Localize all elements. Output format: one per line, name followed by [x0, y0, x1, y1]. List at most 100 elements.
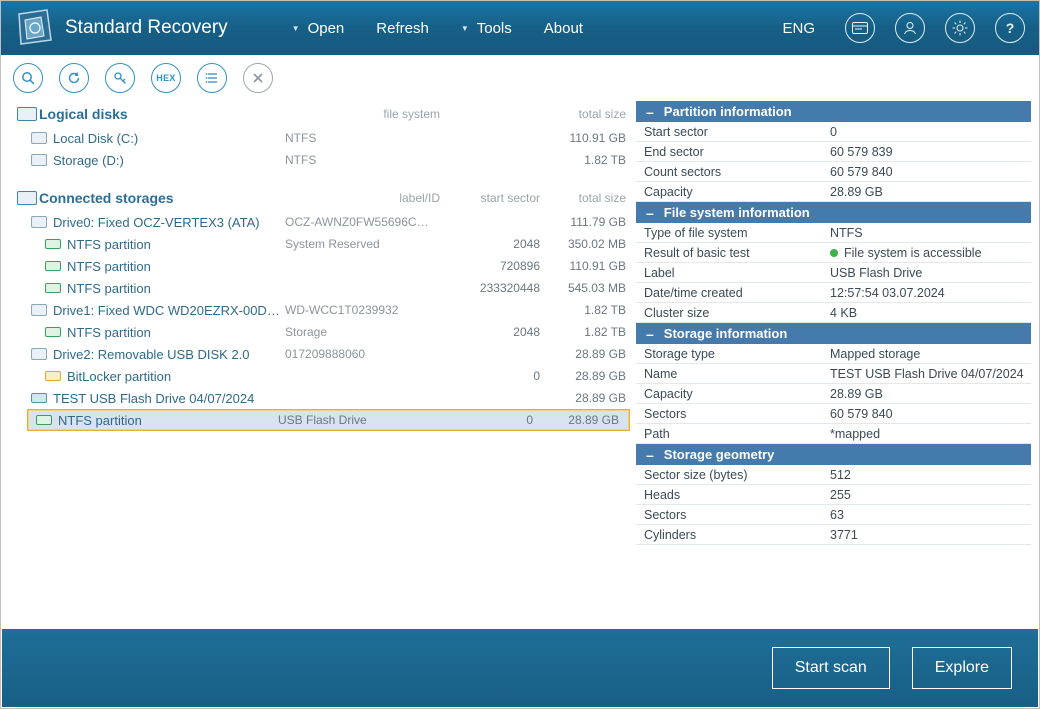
status-ok-icon: [830, 249, 838, 257]
title-bar: Standard Recovery ▼ Open Refresh ▼ Tools…: [1, 1, 1039, 55]
row-col-c: 28.89 GB: [540, 391, 636, 405]
info-row: Type of file systemNTFS: [636, 223, 1031, 243]
menu-about[interactable]: About: [528, 14, 599, 43]
menu-about-label: About: [544, 20, 583, 37]
row-col-c: 1.82 TB: [540, 303, 636, 317]
menu-open[interactable]: ▼ Open: [276, 14, 361, 43]
info-value: NTFS: [822, 226, 1031, 240]
info-key: Label: [636, 266, 822, 280]
info-key: Sectors: [636, 508, 822, 522]
menu-tools[interactable]: ▼ Tools: [445, 14, 528, 43]
info-key: End sector: [636, 145, 822, 159]
row-col-c: 110.91 GB: [540, 131, 636, 145]
language-selector[interactable]: ENG: [782, 20, 815, 37]
row-col-b: 2048: [440, 237, 540, 251]
menu-refresh-label: Refresh: [376, 20, 429, 37]
help-button[interactable]: ?: [995, 13, 1025, 43]
info-value: *mapped: [822, 427, 1031, 441]
tree-row[interactable]: Local Disk (C:)NTFS110.91 GB: [11, 127, 636, 149]
account-button[interactable]: [895, 13, 925, 43]
info-row: Sectors60 579 840: [636, 404, 1031, 424]
row-col-c: 1.82 TB: [540, 325, 636, 339]
info-value: 255: [822, 488, 1031, 502]
tree-row[interactable]: NTFS partition233320448545.03 MB: [11, 277, 636, 299]
info-value: 3771: [822, 528, 1031, 542]
tool-scan[interactable]: [13, 63, 43, 93]
info-row: NameTEST USB Flash Drive 04/07/2024: [636, 364, 1031, 384]
info-value: 60 579 840: [822, 407, 1031, 421]
part-ic-icon: [45, 261, 61, 271]
license-button[interactable]: [845, 13, 875, 43]
info-value: 512: [822, 468, 1031, 482]
part-ic-yellow-icon: [45, 371, 61, 381]
tree-row[interactable]: Drive2: Removable USB DISK 2.00172098880…: [11, 343, 636, 365]
disk-ic-icon: [31, 154, 47, 166]
info-row: Sector size (bytes)512: [636, 465, 1031, 485]
row-icon: [31, 154, 53, 166]
tool-close[interactable]: [243, 63, 273, 93]
info-key: Cluster size: [636, 306, 822, 320]
info-key: Path: [636, 427, 822, 441]
gear-icon: [952, 20, 968, 36]
disk-ic-icon: [31, 132, 47, 144]
tree-row[interactable]: Storage (D:)NTFS1.82 TB: [11, 149, 636, 171]
info-section-header[interactable]: –Storage geometry: [636, 444, 1031, 465]
col-totalsize: total size: [540, 107, 636, 121]
info-section-header[interactable]: –File system information: [636, 202, 1031, 223]
row-col-c: 1.82 TB: [540, 153, 636, 167]
section-connected-storages: Connected storages label/ID start sector…: [11, 185, 636, 211]
disk-ic-icon: [31, 304, 47, 316]
info-row: Path*mapped: [636, 424, 1031, 444]
tool-decrypt[interactable]: [105, 63, 135, 93]
info-value: 4 KB: [822, 306, 1031, 320]
info-value: 60 579 839: [822, 145, 1031, 159]
tree-row[interactable]: NTFS partition720896110.91 GB: [11, 255, 636, 277]
part-ic-icon: [45, 283, 61, 293]
app-title: Standard Recovery: [65, 17, 228, 39]
explore-button[interactable]: Explore: [912, 647, 1012, 689]
info-key: Sectors: [636, 407, 822, 421]
tree-row[interactable]: NTFS partitionSystem Reserved2048350.02 …: [11, 233, 636, 255]
start-scan-button[interactable]: Start scan: [772, 647, 890, 689]
storage-tree: Logical disks file system total size Loc…: [11, 101, 636, 632]
tree-row-selected[interactable]: NTFS partitionUSB Flash Drive028.89 GB: [27, 409, 630, 431]
info-section-header[interactable]: –Storage information: [636, 323, 1031, 344]
info-row: Heads255: [636, 485, 1031, 505]
menu-tools-label: Tools: [477, 20, 512, 37]
tree-row[interactable]: Drive1: Fixed WDC WD20EZRX-00DC0…WD-WCC1…: [11, 299, 636, 321]
row-col-b: 2048: [440, 325, 540, 339]
row-col-b: 720896: [440, 259, 540, 273]
refresh-icon: [67, 71, 81, 85]
info-section-title: File system information: [664, 205, 810, 220]
row-name: Storage (D:): [53, 153, 285, 168]
row-name: BitLocker partition: [67, 369, 285, 384]
info-row: Capacity28.89 GB: [636, 182, 1031, 202]
menu-refresh[interactable]: Refresh: [360, 14, 445, 43]
info-row: Cluster size4 KB: [636, 303, 1031, 323]
row-col-a: 017209888060: [285, 347, 440, 361]
info-section-title: Storage information: [664, 326, 788, 341]
info-value: USB Flash Drive: [822, 266, 1031, 280]
row-col-a: OCZ-AWNZ0FW55696C…: [285, 215, 440, 229]
row-icon: [45, 239, 67, 249]
info-row: Cylinders3771: [636, 525, 1031, 545]
info-section-header[interactable]: –Partition information: [636, 101, 1031, 122]
settings-button[interactable]: [945, 13, 975, 43]
tree-row[interactable]: Drive0: Fixed OCZ-VERTEX3 (ATA)OCZ-AWNZ0…: [11, 211, 636, 233]
info-value: TEST USB Flash Drive 04/07/2024: [822, 367, 1031, 381]
close-icon: [252, 72, 264, 84]
tree-row[interactable]: BitLocker partition028.89 GB: [11, 365, 636, 387]
tool-hex[interactable]: HEX: [151, 63, 181, 93]
info-value: 63: [822, 508, 1031, 522]
row-name: NTFS partition: [58, 413, 278, 428]
tree-row[interactable]: TEST USB Flash Drive 04/07/202428.89 GB: [11, 387, 636, 409]
col-startsector: start sector: [440, 191, 540, 205]
row-name: NTFS partition: [67, 281, 285, 296]
row-name: NTFS partition: [67, 237, 285, 252]
row-col-a: WD-WCC1T0239932: [285, 303, 440, 317]
info-row: End sector60 579 839: [636, 142, 1031, 162]
tool-list[interactable]: [197, 63, 227, 93]
info-value: File system is accessible: [822, 246, 1031, 260]
tree-row[interactable]: NTFS partitionStorage20481.82 TB: [11, 321, 636, 343]
tool-refresh[interactable]: [59, 63, 89, 93]
